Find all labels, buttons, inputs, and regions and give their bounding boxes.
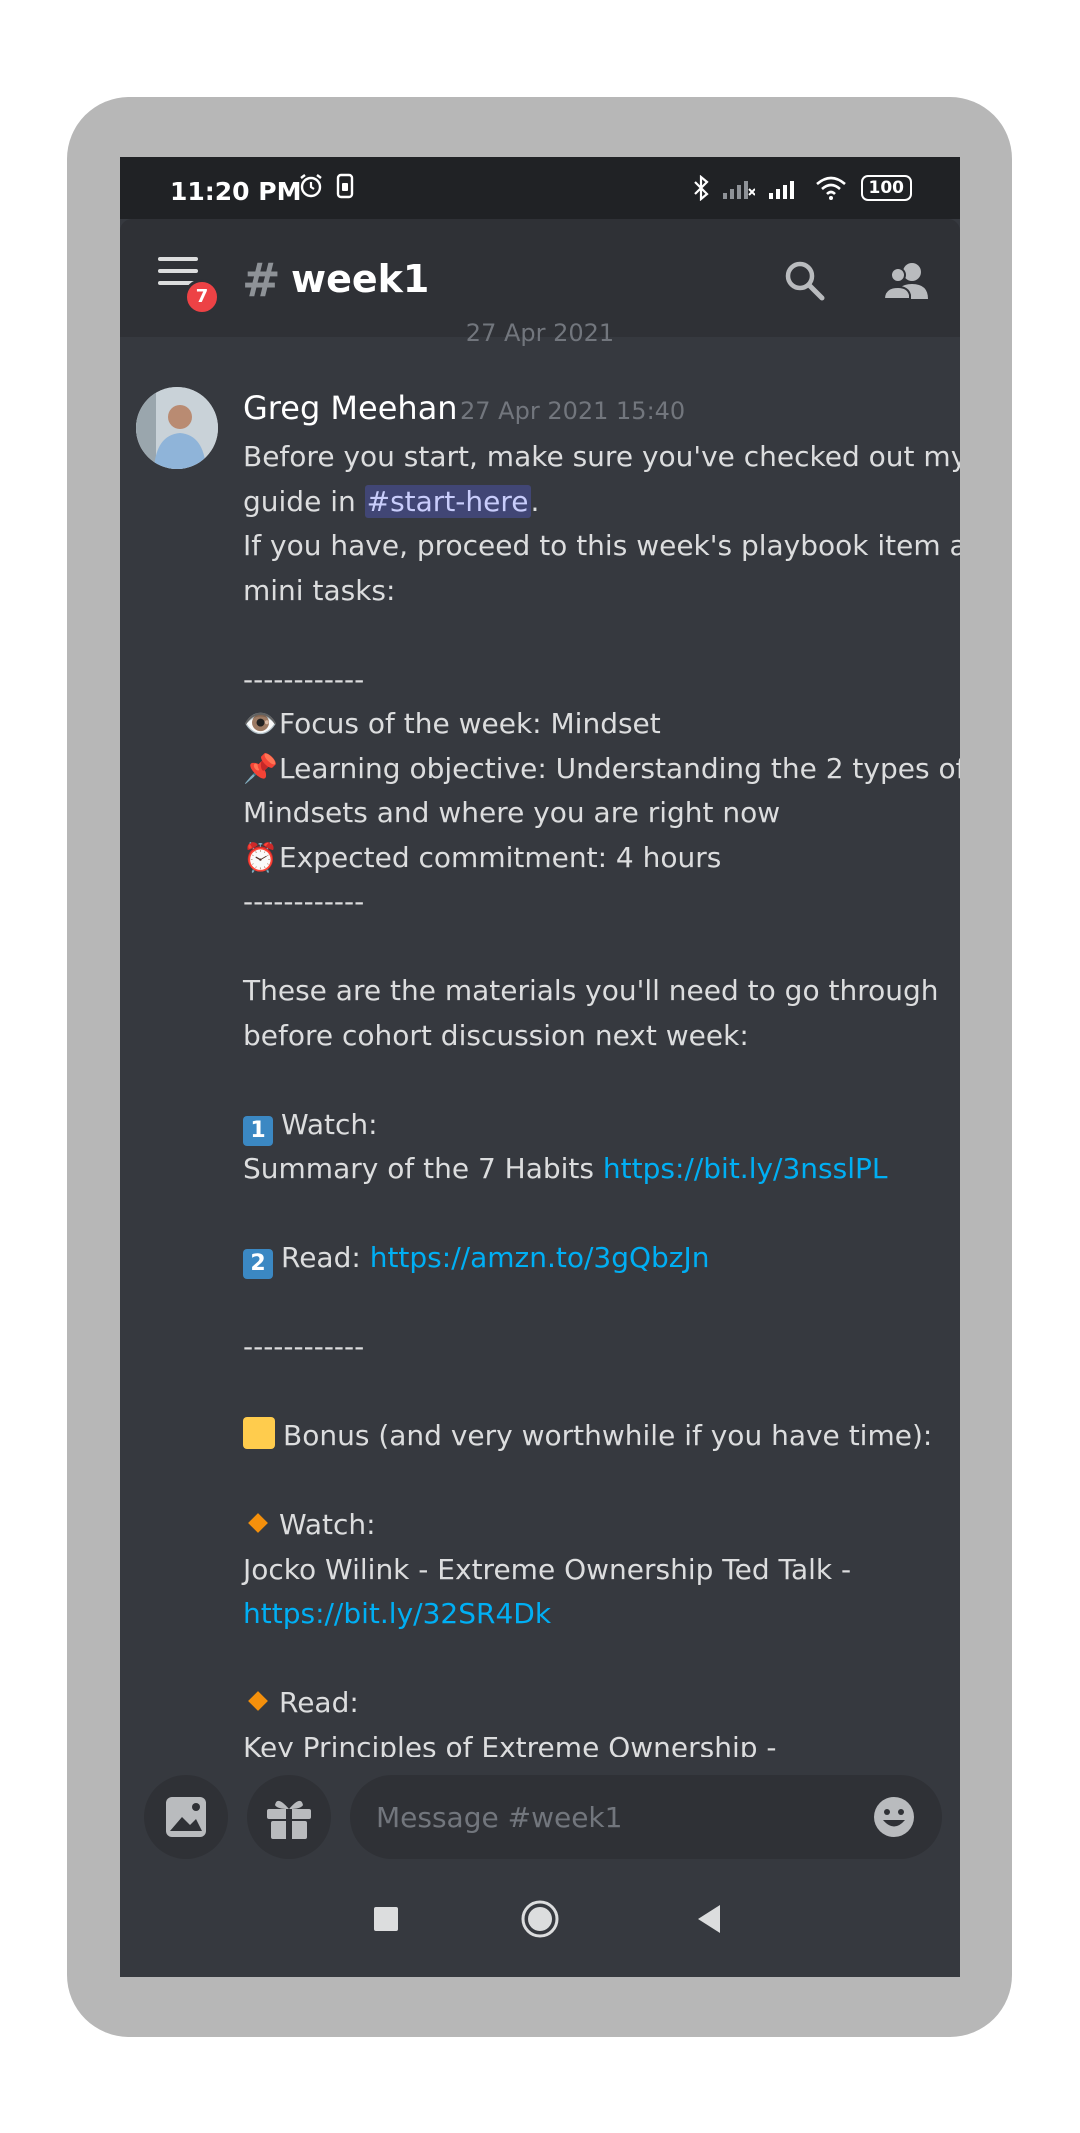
message-line: Watch: [243, 1503, 943, 1548]
message-line: https://bit.ly/32SR4Dk [243, 1592, 943, 1637]
eye-icon: 👁️ [243, 707, 278, 740]
separator-text: ------------ [243, 1330, 365, 1363]
message-line: Before you start, make sure you've check… [243, 440, 960, 473]
message-author[interactable]: Greg Meehan [243, 389, 458, 427]
home-icon[interactable] [518, 1897, 562, 1941]
message-input[interactable]: Message #week1 [350, 1775, 942, 1859]
keycap-two-icon: 2 [243, 1249, 273, 1279]
jocko-link[interactable]: https://bit.ly/32SR4Dk [243, 1597, 551, 1630]
message-line: 👁️Focus of the week: Mindset [243, 702, 943, 747]
yellow-square-icon [243, 1417, 275, 1449]
recents-icon[interactable] [364, 1897, 408, 1941]
message-line: ⏰Expected commitment: 4 hours [243, 836, 943, 881]
search-icon[interactable] [783, 259, 827, 303]
message-line: Summary of the 7 Habits https://bit.ly/3… [243, 1152, 888, 1185]
emoji-icon[interactable] [872, 1795, 916, 1839]
app-screen: 11:20 PM 100 7 # week1 27 Apr 2021 Greg … [120, 157, 960, 1977]
gift-icon [267, 1800, 311, 1839]
signal-weak-icon [722, 181, 755, 199]
wifi-icon [815, 176, 846, 200]
message-line: Read: [243, 1681, 943, 1726]
avatar[interactable] [136, 387, 218, 469]
status-bar: 11:20 PM 100 [120, 157, 960, 219]
alarm-icon [300, 174, 322, 198]
keycap-one-icon: 1 [243, 1115, 273, 1146]
message-line: These are the materials you'll need to g… [243, 974, 939, 1007]
message-composer: Message #week1 [120, 1757, 960, 1867]
message-content: Before you start, make sure you've check… [243, 435, 960, 1770]
channel-title: week1 [291, 257, 430, 301]
status-time: 11:20 PM [170, 177, 302, 206]
hamburger-icon [158, 257, 198, 261]
message-line: guide in #start-here. [243, 484, 540, 518]
gift-button[interactable] [247, 1775, 331, 1859]
separator-text: ------------ [243, 662, 365, 696]
message-line: 1 Watch: [243, 1103, 943, 1148]
pushpin-icon: 📌 [243, 751, 278, 785]
message-line: If you have, proceed to this week's play… [243, 529, 960, 562]
message-line: 📌Learning objective: Understanding the 2… [243, 747, 960, 792]
message-placeholder: Message #week1 [376, 1801, 623, 1834]
message-line: Mindsets and where you are right now [243, 796, 781, 829]
image-icon [166, 1797, 206, 1837]
notification-badge: 7 [184, 279, 220, 315]
orange-diamond-icon [248, 1513, 268, 1533]
attach-image-button[interactable] [144, 1775, 228, 1859]
bluetooth-icon [693, 175, 709, 201]
signal-icon [768, 181, 794, 199]
channel-mention[interactable]: #start-here [364, 484, 531, 518]
user-avatar-icon [136, 387, 218, 469]
separator-text: ------------ [243, 885, 365, 918]
battery-indicator: 100 [860, 175, 912, 201]
summary-link[interactable]: https://bit.ly/3nsslPL [603, 1152, 888, 1185]
message-timestamp: 27 Apr 2021 15:40 [460, 397, 686, 425]
channel-hash-icon: # [242, 253, 281, 307]
message-line: Jocko Wilink - Extreme Ownership Ted Tal… [243, 1552, 852, 1586]
orange-diamond-icon [248, 1691, 268, 1711]
members-icon[interactable] [882, 259, 930, 303]
sim-icon [336, 173, 354, 199]
message-line: 2 Read: https://amzn.to/3gQbzJn [243, 1236, 943, 1281]
message-list[interactable]: 27 Apr 2021 Greg Meehan 27 Apr 2021 15:4… [120, 319, 960, 1937]
read-link[interactable]: https://amzn.to/3gQbzJn [370, 1241, 710, 1274]
android-nav-bar [120, 1867, 960, 1977]
alarm-clock-icon: ⏰ [243, 840, 278, 874]
message-line: Bonus (and very worthwhile if you have t… [243, 1414, 943, 1459]
back-icon[interactable] [688, 1897, 732, 1941]
date-divider: 27 Apr 2021 [465, 319, 615, 347]
message-line: before cohort discussion next week: [243, 1018, 749, 1052]
message-line: mini tasks: [243, 573, 396, 607]
